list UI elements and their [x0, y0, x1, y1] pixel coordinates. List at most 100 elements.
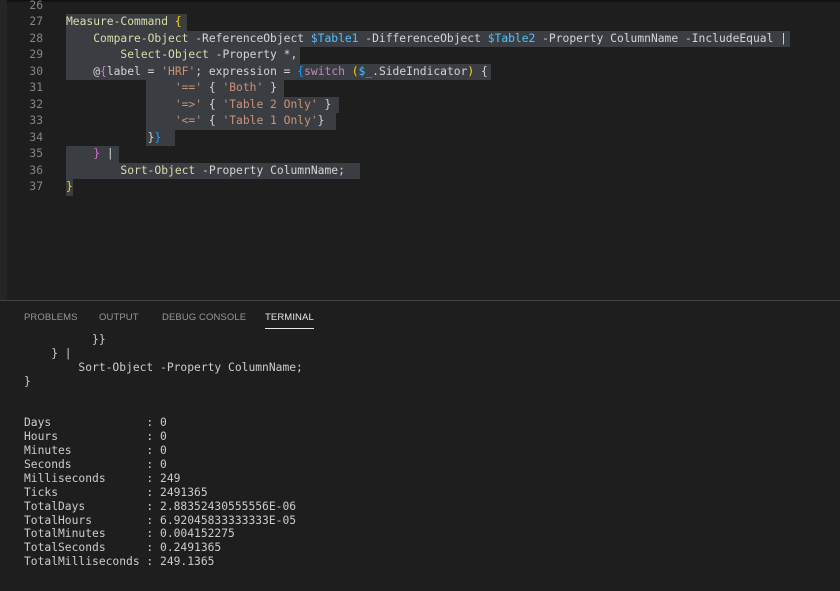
code-line[interactable]: 34 }}	[7, 129, 840, 146]
line-number: 34	[29, 130, 43, 144]
terminal-line: Seconds : 0	[24, 458, 167, 472]
line-number: 36	[29, 163, 43, 177]
code-token: {	[474, 64, 488, 78]
line-code: Select-Object -Property *,	[66, 47, 297, 64]
code-token: '=='	[174, 81, 203, 94]
code-token: ; expression =	[195, 64, 298, 78]
code-line[interactable]: 32 '=>' { 'Table 2 Only' }	[7, 96, 840, 114]
terminal-line: TotalMilliseconds : 249.1365	[24, 555, 215, 569]
code-token: {	[174, 15, 182, 28]
code-line[interactable]: 35 } |	[7, 146, 840, 163]
code-editor[interactable]: 26 27 Measure-Command {28 Compare-Object -…	[7, 0, 840, 300]
code-token: -Property *,	[208, 48, 298, 61]
code-token: switch	[304, 64, 345, 78]
code-token: }	[317, 97, 332, 111]
terminal-line: }}	[24, 333, 106, 346]
terminal-line: Sort-Object -Property ColumnName;	[24, 360, 303, 374]
code-token: (	[351, 64, 359, 78]
tab-problems[interactable]: PROBLEMS	[24, 312, 78, 323]
terminal-output[interactable]: }} } | Sort-Object -Property ColumnName;…	[24, 333, 834, 569]
code-token: {	[202, 114, 223, 127]
code-token: '=>'	[174, 97, 203, 111]
terminal-line: }	[24, 374, 31, 388]
code-token: {	[202, 97, 223, 111]
terminal-line: TotalMinutes : 0.004152275	[24, 527, 235, 541]
activity-bar-strip	[0, 0, 7, 300]
code-token: Measure-Command	[66, 15, 169, 28]
code-token: .SideIndicator	[372, 64, 468, 78]
code-token: {	[100, 64, 107, 78]
code-token: Sort-Object	[120, 163, 196, 177]
code-token: @	[66, 64, 101, 78]
code-token: {	[202, 81, 223, 94]
line-number: 33	[29, 114, 43, 127]
terminal-line: } |	[24, 346, 72, 360]
line-code: Compare-Object -ReferenceObject $Table1 …	[66, 31, 787, 48]
line-number: 27	[29, 15, 43, 28]
code-line[interactable]: 31 '==' { 'Both' }	[7, 80, 840, 97]
code-token: $Table1	[310, 31, 359, 45]
code-line[interactable]: 33 '<=' { 'Table 1 Only'}	[7, 113, 840, 130]
terminal-line: Ticks : 2491365	[24, 485, 208, 499]
code-token: 'HRF'	[161, 64, 196, 78]
code-token: }	[66, 180, 73, 193]
line-code: '=>' { 'Table 2 Only' }	[66, 97, 331, 114]
code-line[interactable]: 27 Measure-Command {	[7, 14, 840, 31]
code-token: -Property ColumnName;	[195, 163, 345, 177]
line-number: 28	[29, 31, 43, 45]
code-line[interactable]: 29 Select-Object -Property *,	[7, 47, 840, 64]
line-number: 35	[29, 147, 43, 160]
code-token: }	[93, 147, 101, 160]
code-token: Select-Object	[120, 48, 209, 61]
code-token: 'Table 2 Only'	[222, 97, 318, 111]
code-token: 'Both'	[222, 81, 264, 94]
line-code: '==' { 'Both' }	[66, 80, 277, 97]
line-code: @{label = 'HRF'; expression = {switch ($…	[66, 64, 488, 81]
panel-tabs: PROBLEMS OUTPUT DEBUG CONSOLE TERMINAL	[0, 301, 840, 335]
terminal-line: Days : 0	[24, 416, 167, 430]
code-line[interactable]: 28 Compare-Object -ReferenceObject $Tabl…	[7, 30, 840, 48]
code-token: -DifferenceObject	[358, 31, 488, 45]
code-line[interactable]: 30 @{label = 'HRF'; expression = {switch…	[7, 63, 840, 81]
terminal-line: TotalHours : 6.92045833333333E-05	[24, 513, 297, 527]
code-token: label =	[106, 64, 162, 78]
terminal-line: Hours : 0	[24, 430, 167, 444]
terminal-line: TotalDays : 2.88352430555556E-06	[24, 499, 297, 513]
code-token: -ReferenceObject	[188, 31, 311, 45]
code-line[interactable]: 26	[7, 0, 840, 14]
line-code: Measure-Command {	[66, 14, 182, 31]
code-token: }	[317, 114, 325, 127]
tab-output[interactable]: OUTPUT	[99, 312, 139, 323]
line-number: 37	[29, 180, 43, 193]
terminal-line: TotalSeconds : 0.2491365	[24, 541, 222, 555]
code-line[interactable]: 37}	[7, 179, 840, 196]
code-token: $Table2	[487, 31, 536, 45]
code-token: $_	[358, 64, 373, 78]
line-number: 30	[29, 64, 43, 78]
terminal-line: Minutes : 0	[24, 444, 167, 458]
code-token: |	[100, 147, 114, 160]
code-token: 'Table 1 Only'	[222, 114, 318, 127]
tab-terminal[interactable]: TERMINAL	[265, 312, 314, 329]
bottom-panel: PROBLEMS OUTPUT DEBUG CONSOLE TERMINAL }…	[0, 300, 840, 591]
line-number: 31	[29, 81, 43, 94]
code-token: '<='	[174, 114, 203, 127]
line-code: Sort-Object -Property ColumnName;	[66, 163, 345, 180]
code-token: }	[263, 81, 277, 94]
line-code: } |	[66, 146, 114, 163]
tab-debug-console[interactable]: DEBUG CONSOLE	[162, 312, 246, 323]
line-number: 32	[29, 97, 43, 111]
line-number: 29	[29, 48, 43, 61]
terminal-line: Milliseconds : 249	[24, 471, 181, 485]
code-line[interactable]: 36 Sort-Object -Property ColumnName;	[7, 162, 840, 180]
code-token: -Property ColumnName -IncludeEqual |	[535, 31, 787, 45]
